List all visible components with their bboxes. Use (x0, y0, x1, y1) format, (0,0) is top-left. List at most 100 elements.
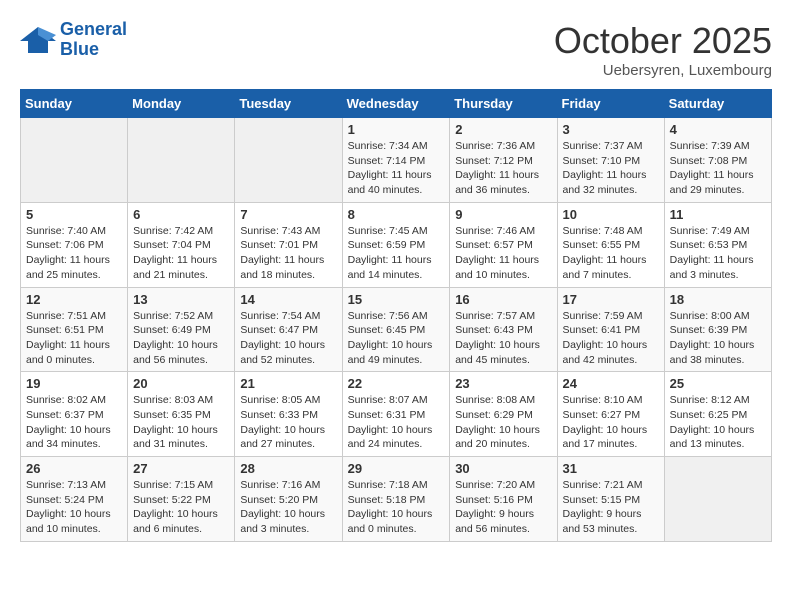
day-number: 1 (348, 122, 445, 137)
day-number: 24 (563, 376, 659, 391)
col-header-wednesday: Wednesday (342, 90, 450, 118)
day-cell-19: 19Sunrise: 8:02 AM Sunset: 6:37 PM Dayli… (21, 372, 128, 457)
day-cell-14: 14Sunrise: 7:54 AM Sunset: 6:47 PM Dayli… (235, 287, 342, 372)
day-info: Sunrise: 7:40 AM Sunset: 7:06 PM Dayligh… (26, 224, 122, 283)
day-info: Sunrise: 8:07 AM Sunset: 6:31 PM Dayligh… (348, 393, 445, 452)
col-header-monday: Monday (128, 90, 235, 118)
day-number: 23 (455, 376, 551, 391)
day-cell-2: 2 Sunrise: 7:36 AM Sunset: 7:12 PM Daylig… (450, 118, 557, 203)
day-number: 21 (240, 376, 336, 391)
day-info: Sunrise: 8:12 AM Sunset: 6:25 PM Dayligh… (670, 393, 766, 452)
day-number: 30 (455, 461, 551, 476)
week-row-2: 5 Sunrise: 7:40 AM Sunset: 7:06 PM Daylig… (21, 202, 772, 287)
header-row: SundayMondayTuesdayWednesdayThursdayFrid… (21, 90, 772, 118)
week-row-5: 26 Sunrise: 7:13 AM Sunset: 5:24 PM Dayli… (21, 457, 772, 542)
day-info: Sunrise: 7:48 AM Sunset: 6:55 PM Dayligh… (563, 224, 659, 283)
day-number: 11 (670, 207, 766, 222)
day-info: Sunrise: 8:03 AM Sunset: 6:35 PM Dayligh… (133, 393, 229, 452)
day-number: 26 (26, 461, 122, 476)
day-number: 29 (348, 461, 445, 476)
logo-icon (20, 25, 56, 55)
day-cell-28: 28 Sunrise: 7:16 AM Sunset: 5:20 PM Dayli… (235, 457, 342, 542)
day-info: Sunrise: 7:56 AM Sunset: 6:45 PM Dayligh… (348, 309, 445, 368)
day-cell-1: 1 Sunrise: 7:34 AM Sunset: 7:14 PM Daylig… (342, 118, 450, 203)
empty-cell (21, 118, 128, 203)
day-cell-3: 3 Sunrise: 7:37 AM Sunset: 7:10 PM Daylig… (557, 118, 664, 203)
day-info: Sunrise: 7:13 AM Sunset: 5:24 PM Dayligh… (26, 478, 122, 537)
logo-line2: Blue (60, 39, 99, 59)
day-cell-16: 16 Sunrise: 7:57 AM Sunset: 6:43 PM Dayli… (450, 287, 557, 372)
day-cell-25: 25 Sunrise: 8:12 AM Sunset: 6:25 PM Dayli… (664, 372, 771, 457)
logo-text: General Blue (60, 20, 127, 60)
day-info: Sunrise: 7:49 AM Sunset: 6:53 PM Dayligh… (670, 224, 766, 283)
day-info: Sunrise: 7:34 AM Sunset: 7:14 PM Dayligh… (348, 139, 445, 198)
day-number: 6 (133, 207, 229, 222)
day-info: Sunrise: 7:57 AM Sunset: 6:43 PM Dayligh… (455, 309, 551, 368)
day-number: 9 (455, 207, 551, 222)
day-info: Sunrise: 7:20 AM Sunset: 5:16 PM Dayligh… (455, 478, 551, 537)
day-cell-22: 22 Sunrise: 8:07 AM Sunset: 6:31 PM Dayli… (342, 372, 450, 457)
day-info: Sunrise: 8:00 AM Sunset: 6:39 PM Dayligh… (670, 309, 766, 368)
day-number: 19 (26, 376, 122, 391)
day-cell-8: 8Sunrise: 7:45 AM Sunset: 6:59 PM Daylig… (342, 202, 450, 287)
col-header-saturday: Saturday (664, 90, 771, 118)
day-info: Sunrise: 7:16 AM Sunset: 5:20 PM Dayligh… (240, 478, 336, 537)
day-number: 15 (348, 292, 445, 307)
day-cell-6: 6Sunrise: 7:42 AM Sunset: 7:04 PM Daylig… (128, 202, 235, 287)
title-block: October 2025 Uebersyren, Luxembourg (554, 20, 772, 79)
logo-line1: General (60, 19, 127, 39)
day-cell-18: 18 Sunrise: 8:00 AM Sunset: 6:39 PM Dayli… (664, 287, 771, 372)
day-number: 14 (240, 292, 336, 307)
day-number: 4 (670, 122, 766, 137)
day-number: 8 (348, 207, 445, 222)
day-info: Sunrise: 7:37 AM Sunset: 7:10 PM Dayligh… (563, 139, 659, 198)
empty-cell (664, 457, 771, 542)
empty-cell (128, 118, 235, 203)
day-number: 5 (26, 207, 122, 222)
day-info: Sunrise: 7:15 AM Sunset: 5:22 PM Dayligh… (133, 478, 229, 537)
day-info: Sunrise: 8:05 AM Sunset: 6:33 PM Dayligh… (240, 393, 336, 452)
day-info: Sunrise: 8:10 AM Sunset: 6:27 PM Dayligh… (563, 393, 659, 452)
day-cell-9: 9 Sunrise: 7:46 AM Sunset: 6:57 PM Daylig… (450, 202, 557, 287)
day-cell-4: 4 Sunrise: 7:39 AM Sunset: 7:08 PM Daylig… (664, 118, 771, 203)
location: Uebersyren, Luxembourg (554, 62, 772, 79)
day-cell-10: 10 Sunrise: 7:48 AM Sunset: 6:55 PM Dayli… (557, 202, 664, 287)
day-cell-20: 20 Sunrise: 8:03 AM Sunset: 6:35 PM Dayli… (128, 372, 235, 457)
day-cell-7: 7Sunrise: 7:43 AM Sunset: 7:01 PM Daylig… (235, 202, 342, 287)
day-number: 18 (670, 292, 766, 307)
day-cell-29: 29Sunrise: 7:18 AM Sunset: 5:18 PM Dayli… (342, 457, 450, 542)
day-number: 10 (563, 207, 659, 222)
day-number: 17 (563, 292, 659, 307)
day-number: 16 (455, 292, 551, 307)
week-row-4: 19Sunrise: 8:02 AM Sunset: 6:37 PM Dayli… (21, 372, 772, 457)
day-cell-23: 23 Sunrise: 8:08 AM Sunset: 6:29 PM Dayli… (450, 372, 557, 457)
day-cell-13: 13Sunrise: 7:52 AM Sunset: 6:49 PM Dayli… (128, 287, 235, 372)
empty-cell (235, 118, 342, 203)
day-cell-31: 31Sunrise: 7:21 AM Sunset: 5:15 PM Dayli… (557, 457, 664, 542)
day-info: Sunrise: 7:36 AM Sunset: 7:12 PM Dayligh… (455, 139, 551, 198)
day-number: 20 (133, 376, 229, 391)
day-number: 27 (133, 461, 229, 476)
day-cell-12: 12 Sunrise: 7:51 AM Sunset: 6:51 PM Dayli… (21, 287, 128, 372)
day-info: Sunrise: 7:52 AM Sunset: 6:49 PM Dayligh… (133, 309, 229, 368)
day-number: 12 (26, 292, 122, 307)
day-number: 3 (563, 122, 659, 137)
day-number: 28 (240, 461, 336, 476)
week-row-3: 12 Sunrise: 7:51 AM Sunset: 6:51 PM Dayli… (21, 287, 772, 372)
page-header: General Blue October 2025 Uebersyren, Lu… (20, 20, 772, 79)
day-info: Sunrise: 8:08 AM Sunset: 6:29 PM Dayligh… (455, 393, 551, 452)
day-info: Sunrise: 7:51 AM Sunset: 6:51 PM Dayligh… (26, 309, 122, 368)
day-info: Sunrise: 7:39 AM Sunset: 7:08 PM Dayligh… (670, 139, 766, 198)
day-number: 22 (348, 376, 445, 391)
day-cell-11: 11 Sunrise: 7:49 AM Sunset: 6:53 PM Dayli… (664, 202, 771, 287)
day-cell-15: 15 Sunrise: 7:56 AM Sunset: 6:45 PM Dayli… (342, 287, 450, 372)
day-cell-26: 26 Sunrise: 7:13 AM Sunset: 5:24 PM Dayli… (21, 457, 128, 542)
calendar-table: SundayMondayTuesdayWednesdayThursdayFrid… (20, 89, 772, 542)
day-cell-24: 24 Sunrise: 8:10 AM Sunset: 6:27 PM Dayli… (557, 372, 664, 457)
col-header-tuesday: Tuesday (235, 90, 342, 118)
day-number: 2 (455, 122, 551, 137)
day-cell-5: 5 Sunrise: 7:40 AM Sunset: 7:06 PM Daylig… (21, 202, 128, 287)
day-number: 25 (670, 376, 766, 391)
month-title: October 2025 (554, 20, 772, 62)
day-info: Sunrise: 7:46 AM Sunset: 6:57 PM Dayligh… (455, 224, 551, 283)
